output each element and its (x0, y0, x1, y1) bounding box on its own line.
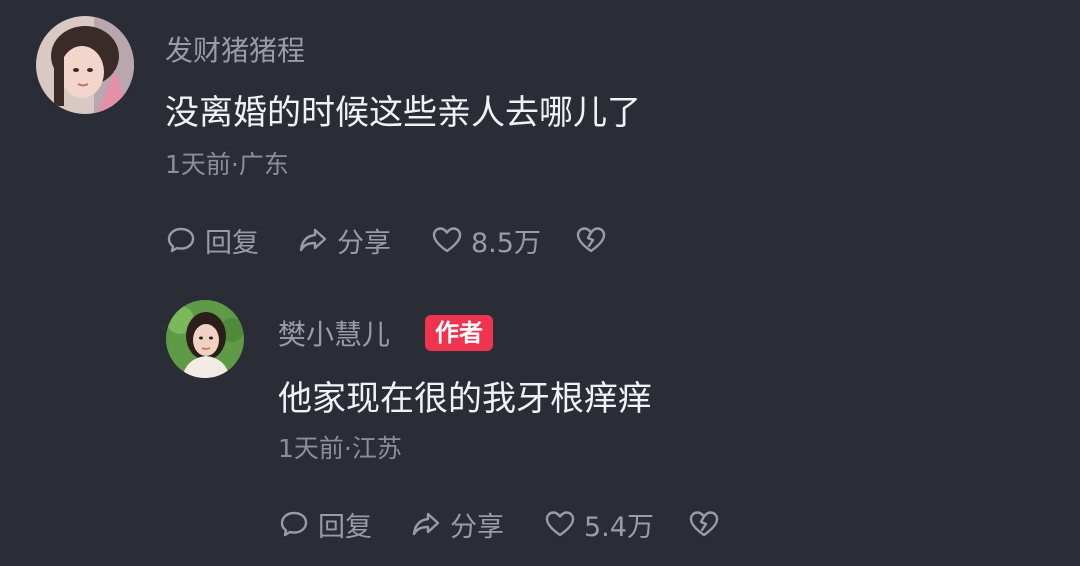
author-badge: 作者 (425, 315, 493, 351)
share-button[interactable]: 分享 (297, 222, 391, 259)
broken-heart-icon (689, 511, 719, 537)
comment-item: 发财猪猪程 没离婚的时候这些亲人去哪儿了 1天前·广东 回复 分享 8.5万 (0, 0, 1080, 280)
dislike-button[interactable] (688, 506, 720, 542)
comment-meta: 1天前·江苏 (278, 434, 402, 463)
comment-bubble-icon (280, 511, 308, 537)
reply-comment-item: 樊小慧儿 作者 他家现在很的我牙根痒痒 1天前·江苏 回复 分享 5.4万 (0, 280, 1080, 566)
heart-icon (545, 511, 575, 537)
comment-actions: 回复 分享 5.4万 (278, 506, 738, 543)
share-label: 分享 (337, 227, 391, 259)
reply-button[interactable]: 回复 (278, 506, 372, 543)
avatar[interactable] (36, 16, 134, 114)
like-button[interactable]: 8.5万 (431, 222, 541, 259)
comment-username[interactable]: 樊小慧儿 (278, 318, 390, 352)
comment-meta: 1天前·广东 (165, 150, 289, 179)
comment-text: 没离婚的时候这些亲人去哪儿了 (165, 93, 641, 133)
broken-heart-icon (576, 227, 606, 253)
reply-label: 回复 (318, 511, 372, 543)
share-label: 分享 (450, 511, 504, 543)
comment-actions: 回复 分享 8.5万 (165, 222, 625, 259)
comment-username[interactable]: 发财猪猪程 (165, 34, 305, 68)
reply-button[interactable]: 回复 (165, 222, 259, 259)
like-count: 8.5万 (471, 227, 541, 259)
dislike-button[interactable] (575, 222, 607, 258)
reply-label: 回复 (205, 227, 259, 259)
comment-text: 他家现在很的我牙根痒痒 (278, 379, 652, 419)
like-count: 5.4万 (584, 511, 654, 543)
like-button[interactable]: 5.4万 (544, 506, 654, 543)
comment-bubble-icon (167, 227, 195, 253)
heart-icon (432, 227, 462, 253)
share-icon (412, 512, 440, 536)
share-button[interactable]: 分享 (410, 506, 504, 543)
avatar[interactable] (166, 300, 244, 378)
share-icon (299, 228, 327, 252)
